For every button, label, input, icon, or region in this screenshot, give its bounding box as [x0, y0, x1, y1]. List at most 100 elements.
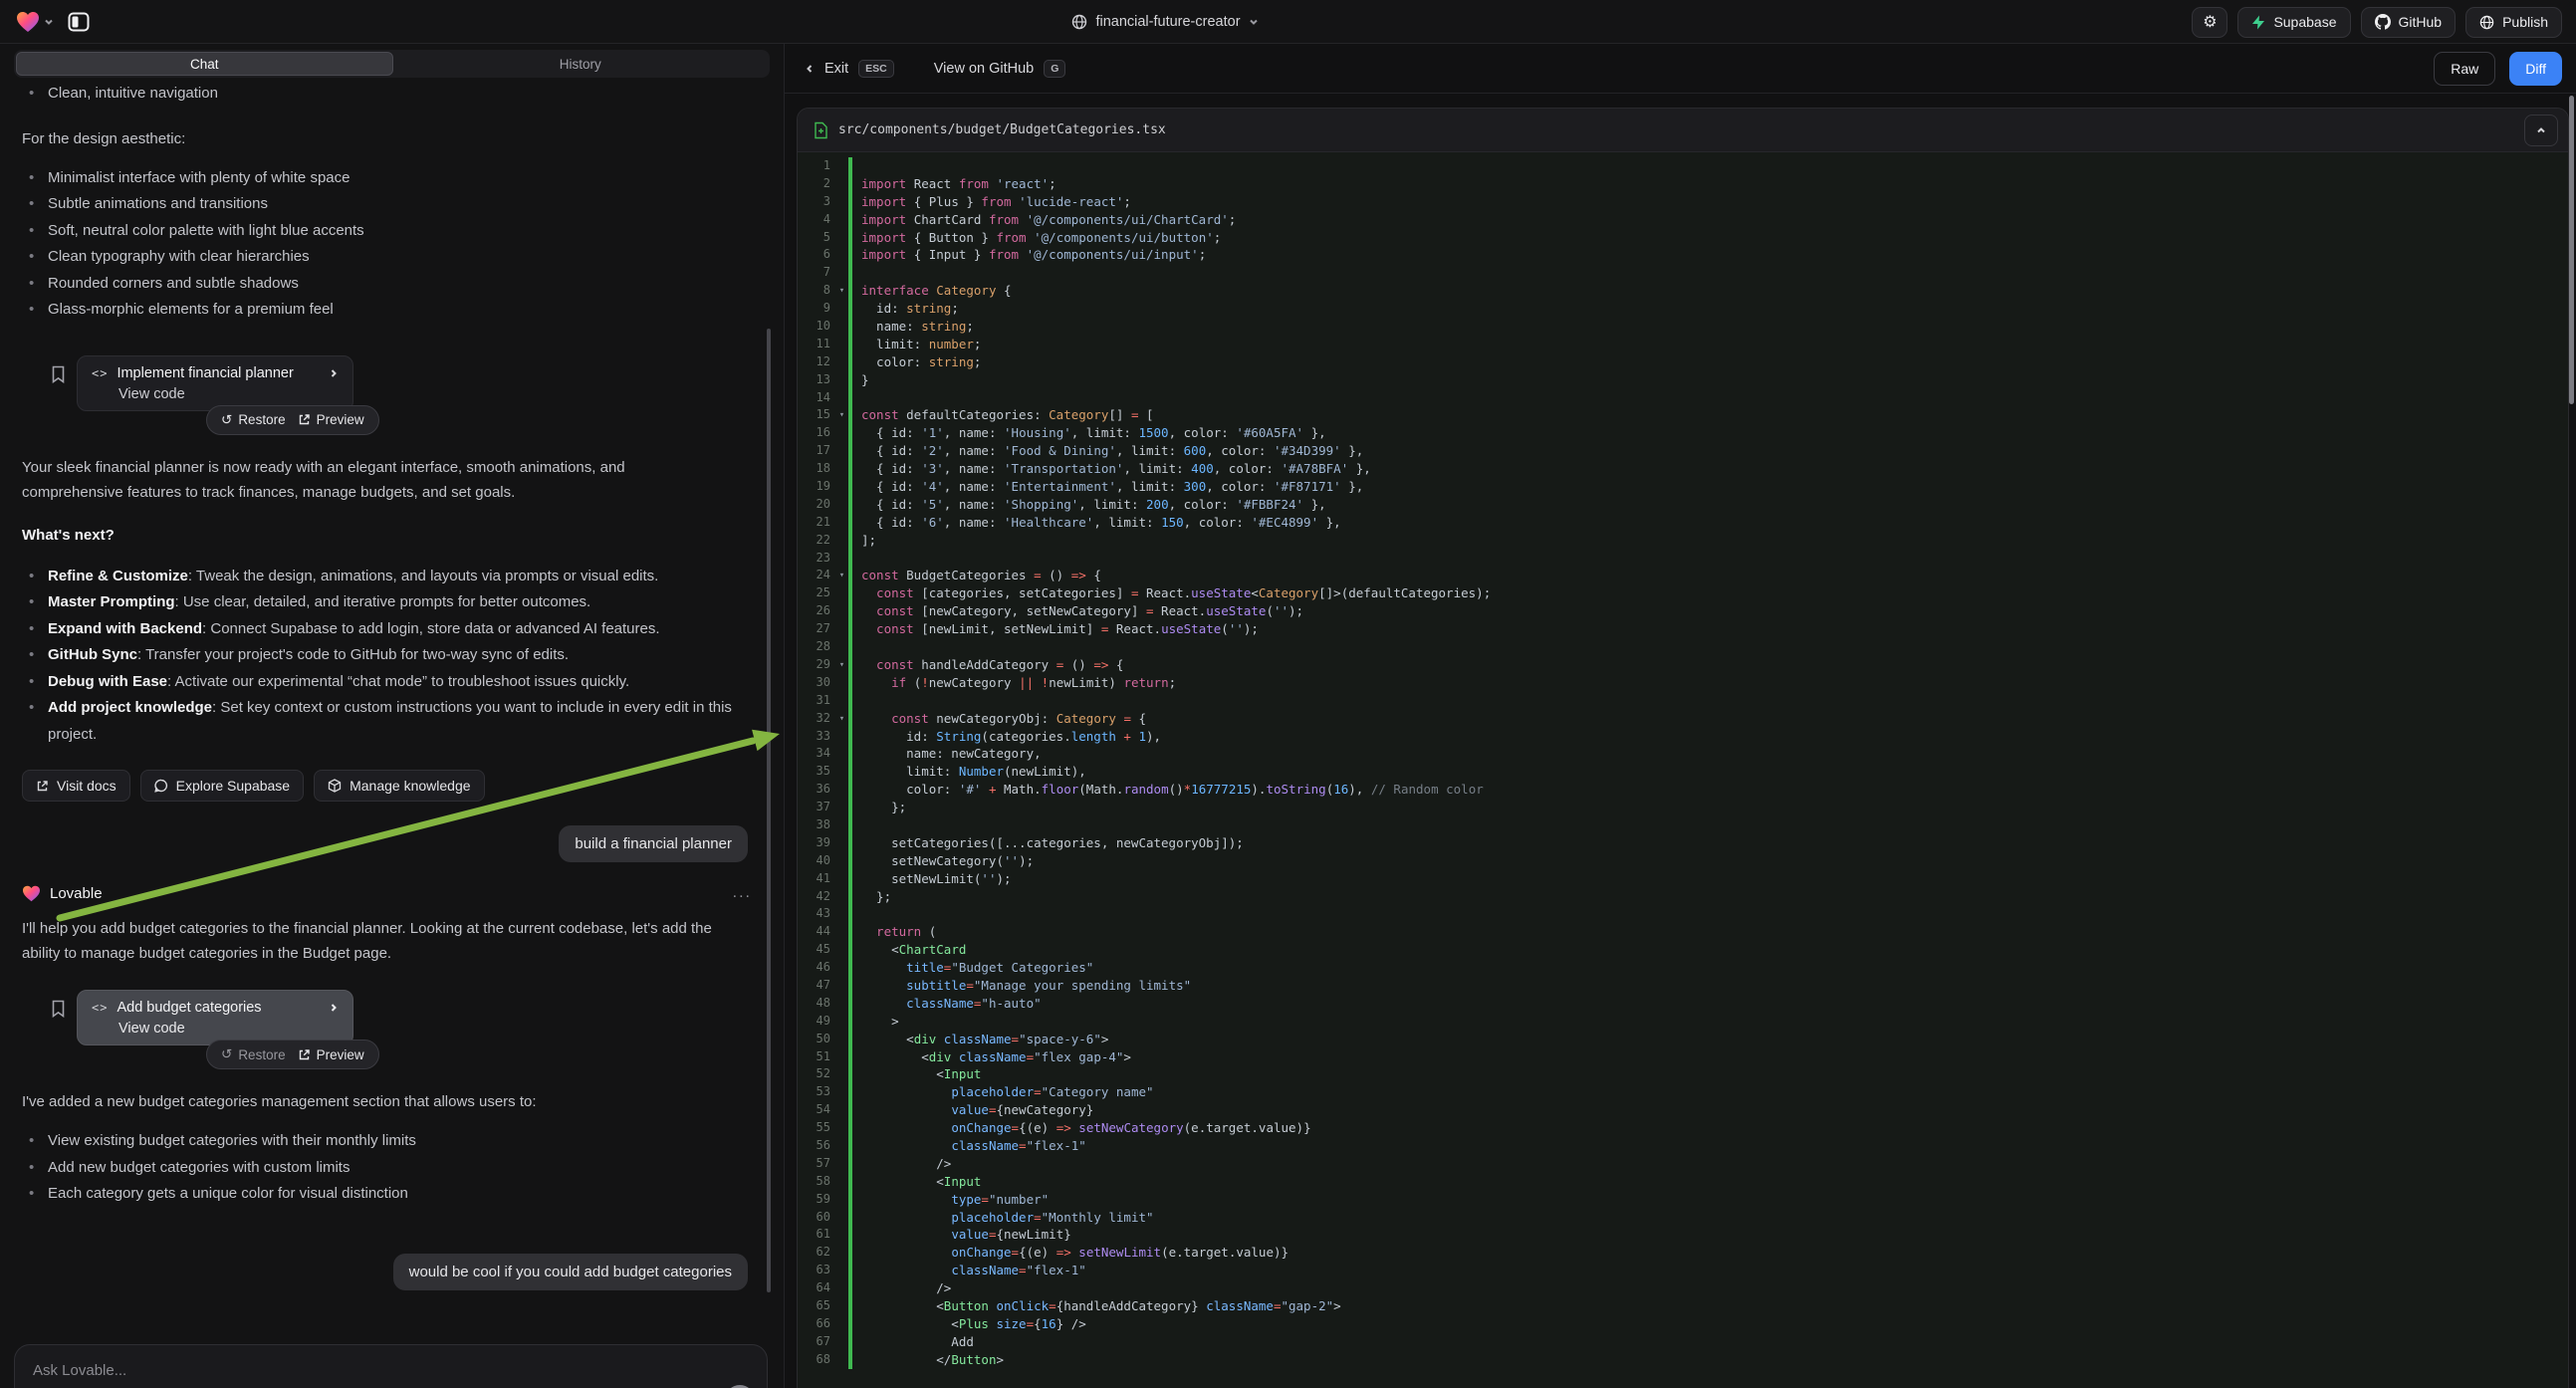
sidebar-toggle-button[interactable]	[68, 12, 90, 32]
code-text: title="Budget Categories"	[852, 959, 1093, 977]
github-button[interactable]: GitHub	[2361, 7, 2457, 38]
fold-gutter	[835, 1262, 848, 1279]
code-line: 25 const [categories, setCategories] = R…	[798, 584, 2568, 602]
fold-gutter	[835, 799, 848, 816]
list-item: Each category gets a unique color for vi…	[22, 1181, 762, 1208]
manage-knowledge-button[interactable]: Manage knowledge	[314, 770, 484, 802]
heart-icon	[16, 11, 40, 33]
line-number: 49	[798, 1013, 835, 1031]
tab-history[interactable]: History	[393, 52, 769, 76]
list-item: Glass-morphic elements for a premium fee…	[22, 297, 762, 324]
code-scrollbar[interactable]	[2569, 96, 2574, 404]
next-step-item: Expand with Backend: Connect Supabase to…	[22, 616, 762, 643]
version-card-title: Add budget categories	[117, 1000, 261, 1016]
code-text: const defaultCategories: Category[] = [	[852, 406, 1154, 424]
code-line: 50 <div className="space-y-6">	[798, 1031, 2568, 1048]
exit-button[interactable]: Exit ESC	[805, 60, 894, 78]
view-on-github-link[interactable]: View on GitHub G	[934, 60, 1066, 78]
fold-chevron-icon[interactable]: ▾	[835, 567, 848, 584]
fold-gutter	[835, 157, 848, 175]
assistant-header: Lovable ...	[22, 884, 762, 902]
code-line: 45 <ChartCard	[798, 941, 2568, 959]
line-number: 1	[798, 157, 835, 175]
code-text: }	[852, 371, 869, 389]
restore-button[interactable]: ↺ Restore	[221, 1046, 286, 1062]
bookmark-icon[interactable]	[51, 365, 66, 383]
code-text	[852, 692, 861, 710]
code-text	[852, 816, 861, 834]
view-code-link[interactable]: View code	[118, 386, 339, 402]
fold-gutter	[835, 300, 848, 318]
raw-button[interactable]: Raw	[2434, 52, 2495, 86]
code-line: 19 { id: '4', name: 'Entertainment', lim…	[798, 478, 2568, 496]
fold-chevron-icon[interactable]: ▾	[835, 710, 848, 728]
chat-messages[interactable]: Clean, intuitive navigation For the desi…	[0, 81, 784, 1290]
visit-docs-button[interactable]: Visit docs	[22, 770, 130, 802]
lovable-logo-icon[interactable]	[16, 11, 54, 33]
supabase-button[interactable]: Supabase	[2237, 7, 2350, 38]
publish-label: Publish	[2502, 14, 2548, 30]
code-editor[interactable]: 12import React from 'react';3import { Pl…	[798, 152, 2568, 1388]
restore-icon: ↺	[221, 1046, 232, 1062]
composer: Attach Edit Default ↑	[14, 1344, 768, 1388]
code-text: { id: '3', name: 'Transportation', limit…	[852, 460, 1371, 478]
code-text: name: newCategory,	[852, 745, 1042, 763]
publish-button[interactable]: Publish	[2465, 7, 2562, 38]
tab-chat[interactable]: Chat	[16, 52, 393, 76]
fold-gutter	[835, 1297, 848, 1315]
code-line: 15▾const defaultCategories: Category[] =…	[798, 406, 2568, 424]
code-line: 22];	[798, 532, 2568, 550]
line-number: 16	[798, 424, 835, 442]
view-code-link[interactable]: View code	[118, 1021, 339, 1037]
fold-chevron-icon[interactable]: ▾	[835, 656, 848, 674]
code-line: 37 };	[798, 799, 2568, 816]
diff-button[interactable]: Diff	[2509, 52, 2562, 86]
fold-chevron-icon[interactable]: ▾	[835, 406, 848, 424]
explore-supabase-button[interactable]: Explore Supabase	[140, 770, 304, 802]
fold-gutter	[835, 1333, 848, 1351]
bookmark-icon[interactable]	[51, 1000, 66, 1018]
code-line: 13}	[798, 371, 2568, 389]
file-header[interactable]: src/components/budget/BudgetCategories.t…	[798, 109, 2568, 152]
collapse-button[interactable]	[2524, 115, 2558, 146]
code-text: id: string;	[852, 300, 959, 318]
g-key-badge: G	[1044, 60, 1065, 78]
code-line: 30 if (!newCategory || !newLimit) return…	[798, 674, 2568, 692]
settings-button[interactable]: ⚙	[2192, 7, 2227, 38]
code-text: import { Button } from '@/components/ui/…	[852, 229, 1221, 247]
chat-scrollbar[interactable]	[767, 329, 771, 1292]
line-number: 25	[798, 584, 835, 602]
line-number: 46	[798, 959, 835, 977]
code-line: 65 <Button onClick={handleAddCategory} c…	[798, 1297, 2568, 1315]
code-line: 1	[798, 157, 2568, 175]
version-card-add-budget-categories[interactable]: <> Add budget categories View code	[77, 990, 353, 1045]
code-text: interface Category {	[852, 282, 1012, 300]
code-line: 57 />	[798, 1155, 2568, 1173]
line-number: 32	[798, 710, 835, 728]
code-text: { id: '2', name: 'Food & Dining', limit:…	[852, 442, 1363, 460]
preview-button[interactable]: Preview	[298, 1047, 364, 1062]
line-number: 56	[798, 1137, 835, 1155]
code-text: import React from 'react';	[852, 175, 1056, 193]
code-text: <Input	[852, 1065, 981, 1083]
project-switcher[interactable]: financial-future-creator	[1036, 0, 1294, 44]
fold-gutter	[835, 1244, 848, 1262]
line-number: 43	[798, 905, 835, 923]
fold-gutter	[835, 1226, 848, 1244]
fold-chevron-icon[interactable]: ▾	[835, 282, 848, 300]
chevron-down-icon	[1249, 17, 1259, 27]
code-text: setNewLimit('');	[852, 870, 1012, 888]
fold-gutter	[835, 211, 848, 229]
fold-gutter	[835, 532, 848, 550]
chat-input[interactable]	[33, 1358, 749, 1382]
code-line: 35 limit: Number(newLimit),	[798, 763, 2568, 781]
code-line: 29▾ const handleAddCategory = () => {	[798, 656, 2568, 674]
restore-button[interactable]: ↺ Restore	[221, 412, 286, 428]
message-menu-button[interactable]: ...	[733, 884, 752, 902]
version-card-implement-planner[interactable]: <> Implement financial planner View code	[77, 355, 353, 411]
code-text: <ChartCard	[852, 941, 966, 959]
line-number: 34	[798, 745, 835, 763]
preview-button[interactable]: Preview	[298, 412, 364, 427]
code-line: 10 name: string;	[798, 318, 2568, 336]
external-link-icon	[36, 780, 49, 793]
